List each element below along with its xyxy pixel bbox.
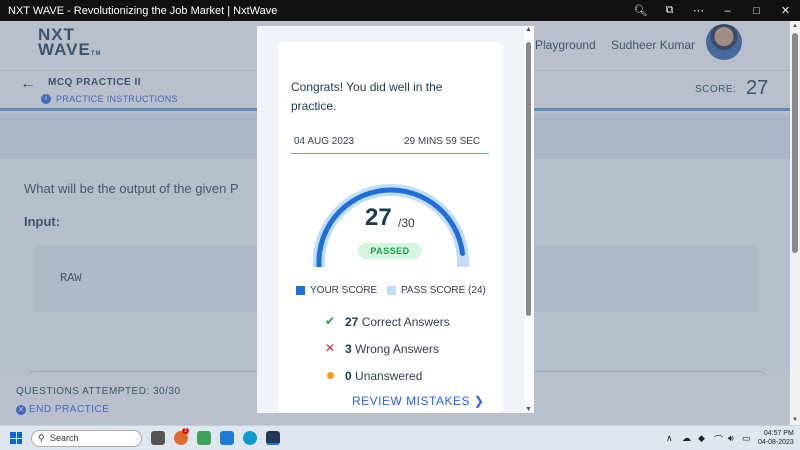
clock-time: 04:57 PM: [763, 430, 794, 437]
window-title: NXT WAVE - Revolutionizing the Job Marke…: [8, 4, 278, 17]
maximize-icon[interactable]: □: [742, 0, 771, 21]
edge-icon[interactable]: [243, 431, 257, 445]
battery-icon[interactable]: ▭: [742, 433, 751, 444]
result-score: 27: [365, 204, 392, 231]
practice-duration: 29 MINS 59 SEC: [404, 136, 481, 147]
store-icon[interactable]: [197, 431, 211, 445]
congrats-message: Congrats! You did well in the practice.: [291, 80, 443, 113]
pass-score-legend-swatch: [387, 286, 396, 295]
more-icon[interactable]: ⋯: [684, 0, 713, 21]
result-total: /30: [398, 216, 415, 230]
result-card: Congrats! You did well in the practice. …: [278, 42, 503, 413]
passed-badge: PASSED: [358, 243, 422, 259]
shield-icon[interactable]: ◆: [698, 433, 705, 444]
clock-date: 04-08-2023: [758, 439, 794, 446]
window-titlebar: NXT WAVE - Revolutionizing the Job Marke…: [0, 0, 800, 21]
divider: [291, 153, 489, 154]
volume-icon[interactable]: 🔊︎: [728, 433, 734, 444]
chevron-right-icon: ❯: [473, 394, 485, 408]
modal-scrollbar[interactable]: ▲ ▼: [524, 26, 534, 413]
your-score-legend-swatch: [296, 286, 305, 295]
page-scrollbar-thumb[interactable]: [792, 33, 798, 253]
search-placeholder: Search: [50, 433, 79, 443]
minimize-icon[interactable]: –: [713, 0, 742, 21]
your-score-legend: YOUR SCORE: [310, 285, 378, 296]
page-scrollbar[interactable]: ▲ ▼: [790, 21, 800, 425]
windows-start-icon[interactable]: [10, 432, 22, 444]
task-view-icon[interactable]: [151, 431, 165, 445]
pass-score-legend: PASS SCORE (24): [401, 285, 486, 296]
scroll-up-icon[interactable]: ▲: [792, 23, 798, 29]
correct-answers: 27 Correct Answers: [345, 315, 450, 329]
nxtwave-app-icon[interactable]: [266, 431, 280, 445]
review-mistakes-label: REVIEW MISTAKES: [352, 394, 470, 408]
chevron-up-icon[interactable]: ∧: [666, 433, 673, 444]
wifi-icon[interactable]: ⌒: [714, 433, 723, 446]
scroll-down-icon[interactable]: ▼: [525, 406, 532, 413]
review-mistakes-button[interactable]: REVIEW MISTAKES ❯: [352, 394, 484, 408]
windows-taskbar: ⚲ Search 1 ∧ ☁ ◆ ⌒ 🔊︎ ▭ 04:57 PM 04-08-2…: [0, 425, 800, 450]
close-icon[interactable]: ✕: [771, 0, 800, 21]
dot-icon: [323, 368, 337, 382]
taskbar-clock[interactable]: 04:57 PM 04-08-2023: [758, 429, 794, 447]
scroll-down-icon[interactable]: ▼: [792, 417, 798, 423]
wrong-answers: 3 Wrong Answers: [345, 342, 439, 356]
scroll-up-icon[interactable]: ▲: [525, 26, 532, 33]
check-icon: ✔: [324, 314, 336, 328]
cross-icon: ✕: [324, 341, 336, 355]
tabs-icon[interactable]: ⧉: [655, 0, 684, 21]
modal-scrollbar-thumb[interactable]: [526, 42, 531, 316]
notification-badge: 1: [182, 428, 190, 434]
unanswered: 0 Unanswered: [345, 369, 423, 383]
taskbar-search[interactable]: ⚲ Search: [31, 430, 142, 447]
zoom-icon[interactable]: 🔍︎: [626, 0, 655, 21]
search-icon: ⚲: [38, 433, 45, 443]
cloud-icon[interactable]: ☁: [682, 433, 691, 444]
result-modal: Congrats! You did well in the practice. …: [257, 26, 534, 413]
practice-date: 04 AUG 2023: [294, 136, 355, 147]
explorer-icon[interactable]: [220, 431, 234, 445]
